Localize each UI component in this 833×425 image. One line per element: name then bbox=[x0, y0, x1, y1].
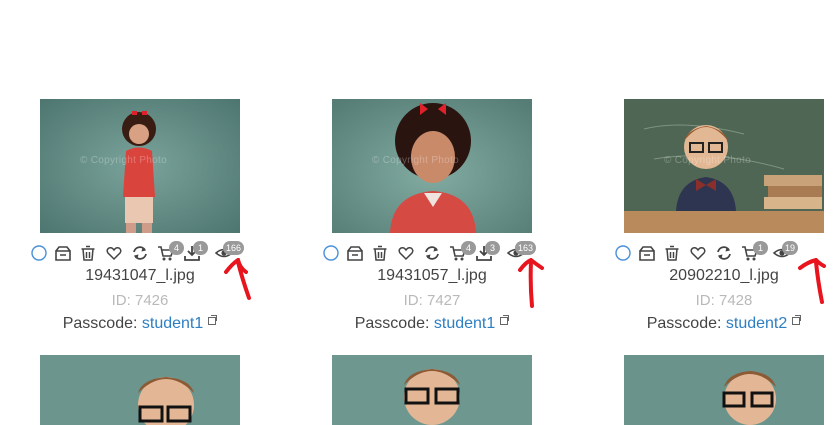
refresh-icon[interactable] bbox=[130, 243, 150, 263]
photo-thumbnail[interactable] bbox=[40, 355, 240, 425]
view-count-badge: 19 bbox=[782, 241, 799, 255]
trash-icon[interactable] bbox=[78, 243, 98, 263]
refresh-icon[interactable] bbox=[422, 243, 442, 263]
annotation-arrow bbox=[798, 258, 826, 304]
annotation-arrow bbox=[224, 258, 251, 300]
view-count-badge: 166 bbox=[223, 241, 245, 255]
photo-card: © Copyright Photo 4 1 166 19431047_l.jpg… bbox=[31, 99, 245, 332]
passcode-link[interactable]: student2 bbox=[726, 315, 787, 332]
crop-icon[interactable] bbox=[53, 243, 73, 263]
trash-icon[interactable] bbox=[370, 243, 390, 263]
annotation-arrow bbox=[518, 258, 544, 308]
passcode-row: Passcode: student2 bbox=[614, 315, 833, 333]
photo-thumbnail[interactable] bbox=[624, 355, 824, 425]
photo-thumbnail[interactable]: © Copyright Photo bbox=[332, 99, 532, 233]
watermark: © Copyright Photo bbox=[80, 155, 167, 166]
photo-image bbox=[624, 99, 824, 233]
photo-id: ID: 7426 bbox=[111, 292, 169, 309]
trash-icon[interactable] bbox=[662, 243, 682, 263]
passcode-link[interactable]: student1 bbox=[142, 315, 203, 332]
photo-filename: 19431047_l.jpg bbox=[85, 267, 195, 284]
photo-card: © Copyright Photo 1 19 20902210_l.jpg ID… bbox=[615, 99, 824, 332]
passcode-row: Passcode: student1 bbox=[30, 315, 250, 333]
photo-filename: 19431057_l.jpg bbox=[377, 267, 487, 284]
select-circle-icon[interactable] bbox=[322, 243, 342, 263]
select-circle-icon[interactable] bbox=[614, 243, 634, 263]
passcode-link[interactable]: student1 bbox=[434, 315, 495, 332]
refresh-icon[interactable] bbox=[714, 243, 734, 263]
passcode-row: Passcode: student1 bbox=[322, 315, 542, 333]
external-link-icon[interactable] bbox=[208, 315, 218, 325]
external-link-icon[interactable] bbox=[500, 315, 510, 325]
passcode-label: Passcode: bbox=[62, 315, 138, 332]
heart-icon[interactable] bbox=[396, 243, 416, 263]
external-link-icon[interactable] bbox=[792, 315, 802, 325]
passcode-label: Passcode: bbox=[646, 315, 722, 332]
photo-id: ID: 7428 bbox=[695, 292, 753, 309]
download-count-badge: 3 bbox=[485, 241, 500, 255]
photo-thumbnail[interactable] bbox=[332, 355, 532, 425]
photo-image bbox=[40, 99, 240, 233]
photo-id: ID: 7427 bbox=[403, 292, 461, 309]
crop-icon[interactable] bbox=[345, 243, 365, 263]
photo-image bbox=[332, 355, 532, 425]
photo-image bbox=[40, 355, 240, 425]
photo-thumbnail[interactable]: © Copyright Photo bbox=[624, 99, 824, 233]
passcode-label: Passcode: bbox=[354, 315, 430, 332]
photo-image bbox=[332, 99, 532, 233]
watermark: © Copyright Photo bbox=[372, 155, 459, 166]
view-count-badge: 163 bbox=[515, 241, 537, 255]
select-circle-icon[interactable] bbox=[30, 243, 50, 263]
photo-thumbnail[interactable]: © Copyright Photo bbox=[40, 99, 240, 233]
download-count-badge: 1 bbox=[193, 241, 208, 255]
watermark: © Copyright Photo bbox=[664, 155, 751, 166]
photo-filename: 20902210_l.jpg bbox=[669, 267, 779, 284]
cart-count-badge: 1 bbox=[753, 241, 768, 255]
photo-image bbox=[624, 355, 824, 425]
heart-icon[interactable] bbox=[688, 243, 708, 263]
crop-icon[interactable] bbox=[637, 243, 657, 263]
heart-icon[interactable] bbox=[104, 243, 124, 263]
photo-card: © Copyright Photo 4 3 163 19431057_l.jpg… bbox=[323, 99, 537, 332]
